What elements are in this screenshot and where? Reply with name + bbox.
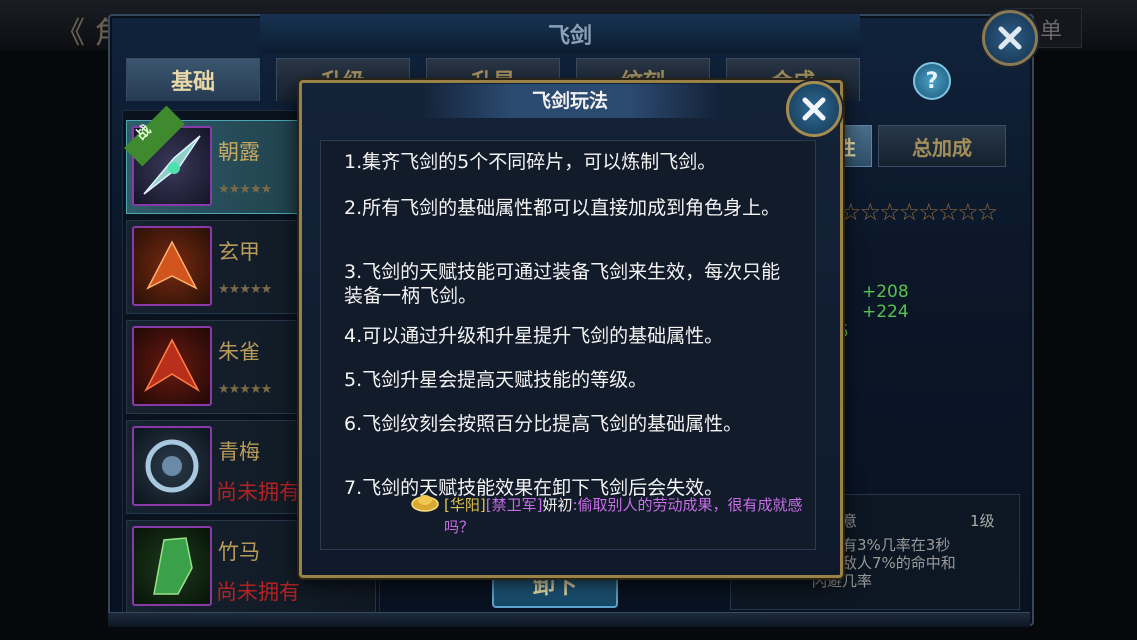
chat-guild-tag: [禁卫军] bbox=[485, 496, 543, 514]
sword-name: 朱雀 bbox=[218, 340, 260, 364]
chat-text-line2: 吗？ bbox=[444, 518, 475, 536]
chat-text: :偷取别人的劳动成果，很有成就感 bbox=[572, 496, 803, 514]
not-owned-status: 尚未拥有 bbox=[216, 580, 300, 604]
sword-stars: ★★★★★ bbox=[218, 282, 272, 297]
rule-item: 2.所有飞剑的基础属性都可以直接加成到角色身上。 bbox=[344, 197, 781, 219]
sword-name: 玄甲 bbox=[218, 240, 260, 264]
sword-icon-xuanjia bbox=[132, 226, 212, 306]
tab-basic[interactable]: 基础 bbox=[126, 58, 260, 101]
window-close-button[interactable] bbox=[982, 10, 1038, 66]
skill-level: 1级 bbox=[970, 512, 995, 530]
sword-name: 竹马 bbox=[218, 540, 260, 564]
sword-name: 青梅 bbox=[218, 440, 260, 464]
star-rating: ☆☆☆☆☆☆☆☆ bbox=[840, 198, 998, 226]
help-button[interactable]: ? bbox=[913, 62, 951, 100]
dialog-close-button[interactable] bbox=[786, 81, 842, 137]
sword-stars: ★★★★★ bbox=[218, 382, 272, 397]
total-bonus-button[interactable]: 总加成 bbox=[878, 125, 1006, 167]
window-title: 飞剑 bbox=[547, 23, 592, 49]
rule-item: 3.飞剑的天赋技能可通过装备飞剑来生效，每次只能装备一柄飞剑。 bbox=[344, 261, 781, 307]
chat-channel-icon bbox=[410, 490, 440, 512]
stat-value: +224 bbox=[862, 302, 909, 322]
chat-player-name: 妍初 bbox=[542, 496, 573, 514]
rule-item: 5.飞剑升星会提高天赋技能的等级。 bbox=[344, 369, 648, 391]
rule-item: 1.集齐飞剑的5个不同碎片，可以炼制飞剑。 bbox=[344, 151, 717, 173]
sword-name: 朝露 bbox=[218, 140, 260, 164]
sword-icon-zhuque bbox=[132, 326, 212, 406]
sword-icon-qingmei bbox=[132, 426, 212, 506]
chat-server-tag: [华阳] bbox=[444, 496, 486, 514]
close-icon bbox=[802, 97, 826, 121]
dialog-title: 飞剑玩法 bbox=[531, 90, 608, 112]
rule-item: 6.飞剑纹刻会按照百分比提高飞剑的基础属性。 bbox=[344, 413, 743, 435]
rule-item: 4.可以通过升级和升星提升飞剑的基础属性。 bbox=[344, 325, 724, 347]
sword-stars: ★★★★★ bbox=[218, 182, 272, 197]
close-icon bbox=[998, 26, 1022, 50]
not-owned-status: 尚未拥有 bbox=[216, 480, 300, 504]
sword-icon-zhuma bbox=[132, 526, 212, 606]
chat-message[interactable]: [华阳][禁卫军]妍初:偷取别人的劳动成果，很有成就感 bbox=[444, 494, 803, 516]
stat-value: +208 bbox=[862, 282, 909, 302]
window-bottom-trim bbox=[108, 612, 1030, 627]
background-right-tag-text: 单 bbox=[1040, 19, 1063, 44]
